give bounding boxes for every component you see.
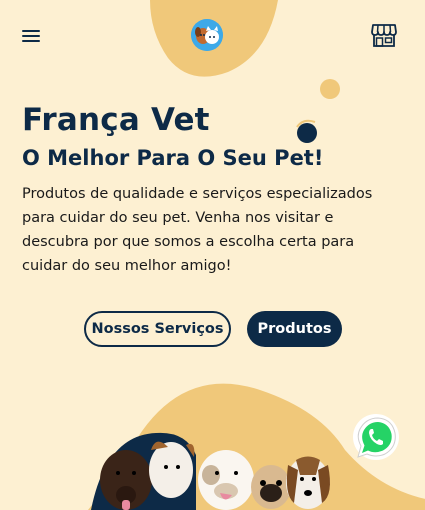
whatsapp-graphic (353, 414, 399, 460)
storefront-graphic (371, 24, 397, 47)
services-button[interactable]: Nossos Serviços (84, 311, 231, 347)
header (0, 0, 425, 70)
hamburger-menu-icon[interactable] (22, 27, 40, 43)
menu-line (22, 40, 40, 42)
storefront-icon[interactable] (371, 23, 397, 48)
pet-logo-icon[interactable] (191, 19, 223, 51)
decor-dot-tan (320, 79, 340, 99)
products-button[interactable]: Produtos (247, 311, 342, 347)
menu-line (22, 35, 40, 37)
hero-description: Produtos de qualidade e serviços especia… (22, 186, 373, 274)
dogs-group-image (91, 432, 330, 510)
pet-logo-graphic (191, 19, 223, 51)
menu-line (22, 30, 40, 32)
hero-section: França Vet O Melhor Para O Seu Pet! Prod… (22, 100, 402, 278)
hero-subtitle: O Melhor Para O Seu Pet! (22, 146, 324, 170)
whatsapp-icon[interactable] (352, 413, 400, 461)
page-title: França Vet (22, 102, 210, 138)
